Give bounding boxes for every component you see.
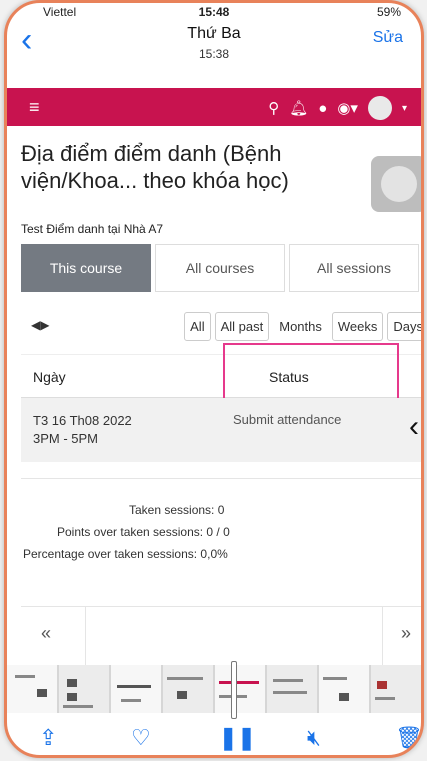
- session-time: 3PM - 5PM: [33, 431, 99, 446]
- filmstrip-frame: [163, 665, 213, 713]
- session-day: T3 16 Th08 2022: [33, 413, 132, 428]
- nav-arrows-icon[interactable]: ◀▶: [31, 318, 49, 332]
- filter-weeks[interactable]: Weeks: [331, 312, 384, 341]
- chevron-down-icon[interactable]: ▾: [402, 103, 407, 114]
- filmstrip-frame: [371, 665, 421, 713]
- main-content: Địa điểm điểm danh (Bệnh viện/Khoa... th…: [7, 126, 421, 755]
- nav-title: Thứ Ba: [187, 25, 241, 42]
- hamburger-menu-icon[interactable]: ≡: [29, 97, 40, 118]
- tab-this-course[interactable]: This course: [21, 244, 151, 292]
- submit-attendance-link[interactable]: Submit attendance: [233, 412, 341, 427]
- session-date: T3 16 Th08 2022 3PM - 5PM: [33, 412, 132, 448]
- tab-all-courses[interactable]: All courses: [155, 244, 285, 292]
- mute-icon[interactable]: 🔇︎: [307, 725, 321, 751]
- attendance-summary: Taken sessions: 0 Points over taken sess…: [21, 478, 421, 583]
- bell-icon[interactable]: 🔔︎: [289, 99, 308, 117]
- video-filmstrip[interactable]: [7, 665, 421, 713]
- app-header-bar: ≡ ⚲ 🔔︎ ● ◉▾ ▾: [7, 88, 421, 126]
- battery-label: 59%: [376, 5, 401, 19]
- drawer-chevron-icon[interactable]: ‹: [409, 410, 419, 444]
- chat-icon[interactable]: ●: [318, 100, 327, 117]
- trash-icon[interactable]: 🗑︎: [395, 725, 421, 751]
- phone-frame: Viettel 15:48 59% ‹ Thứ Ba 15:38 Sửa ≡ ⚲…: [4, 0, 424, 758]
- filter-months[interactable]: Months: [273, 312, 328, 341]
- navigation-bar: ‹ Thứ Ba 15:38 Sửa: [7, 21, 421, 71]
- page-subtitle: Test Điểm danh tại Nhà A7: [21, 222, 164, 236]
- percentage-over-taken: Percentage over taken sessions: 0,0%: [23, 547, 228, 561]
- filmstrip-frame: [59, 665, 109, 713]
- heart-icon[interactable]: ♡: [131, 725, 151, 751]
- filter-all-past[interactable]: All past: [214, 312, 270, 341]
- filter-all[interactable]: All: [184, 312, 211, 341]
- globe-icon[interactable]: ◉▾: [337, 99, 358, 117]
- prev-page-button[interactable]: «: [41, 623, 51, 644]
- playhead-handle[interactable]: [231, 661, 237, 719]
- table-row: T3 16 Th08 2022 3PM - 5PM Submit attenda…: [21, 398, 421, 462]
- pause-icon[interactable]: ❚❚: [219, 725, 256, 751]
- filmstrip-frame: [215, 665, 265, 713]
- filmstrip-frame: [319, 665, 369, 713]
- pager: « »: [21, 606, 421, 666]
- divider: [382, 607, 383, 665]
- floating-assistive-button[interactable]: [371, 156, 421, 212]
- status-highlight-box: [223, 343, 399, 405]
- header-icons: ⚲ 🔔︎ ● ◉▾ ▾: [268, 96, 407, 120]
- column-header-date: Ngày: [33, 369, 66, 385]
- edit-button[interactable]: Sửa: [373, 29, 403, 47]
- filter-row: ◀▶ All All past Months Weeks Days: [21, 312, 421, 342]
- filter-days[interactable]: Days: [387, 312, 421, 341]
- nav-subtitle: 15:38: [198, 47, 230, 61]
- period-filters: All All past Months Weeks Days: [184, 312, 421, 341]
- share-icon[interactable]: ⇪: [39, 725, 57, 751]
- filmstrip-frame: [267, 665, 317, 713]
- page-title: Địa điểm điểm danh (Bệnh viện/Khoa... th…: [21, 141, 289, 193]
- bottom-toolbar: ⇪ ♡ ❚❚ 🔇︎ 🗑︎: [7, 721, 421, 755]
- filmstrip-frame: [111, 665, 161, 713]
- search-icon[interactable]: ⚲: [268, 99, 279, 117]
- divider: [85, 607, 86, 665]
- tab-all-sessions[interactable]: All sessions: [289, 244, 419, 292]
- points-over-taken: Points over taken sessions: 0 / 0: [57, 525, 230, 539]
- avatar[interactable]: [367, 96, 392, 120]
- clock: 15:48: [198, 5, 230, 19]
- taken-sessions: Taken sessions: 0: [129, 503, 225, 517]
- filmstrip-frame: [7, 665, 57, 713]
- view-tabs: This course All courses All sessions: [21, 244, 419, 292]
- next-page-button[interactable]: »: [401, 623, 411, 644]
